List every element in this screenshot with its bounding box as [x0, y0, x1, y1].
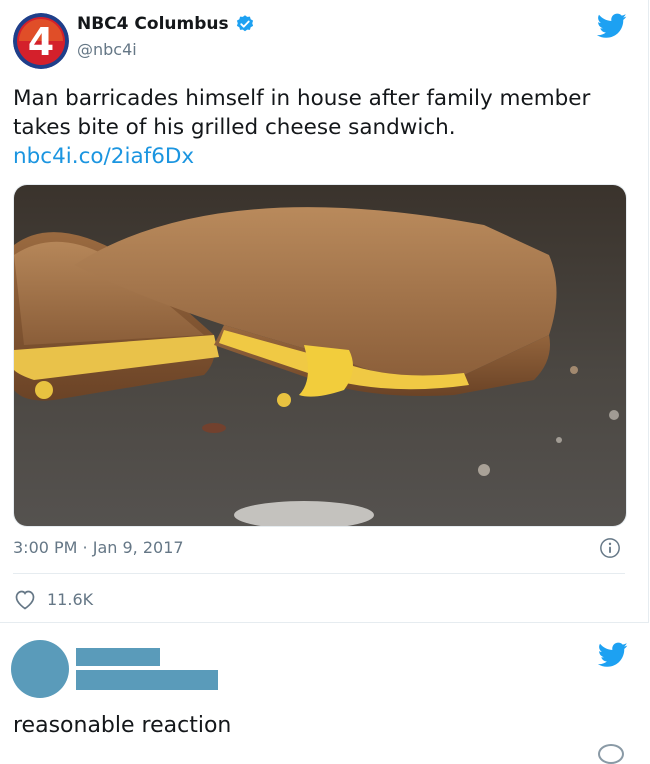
tweet-photo[interactable] — [13, 184, 627, 527]
like-button[interactable]: 11.6K — [13, 588, 93, 610]
info-icon[interactable] — [599, 537, 621, 559]
tweet-link[interactable]: nbc4i.co/2iaf6Dx — [13, 142, 633, 171]
divider — [13, 573, 625, 574]
heart-icon — [15, 590, 35, 610]
redacted-author-name — [76, 648, 160, 666]
twitter-bird-icon[interactable] — [597, 13, 627, 39]
svg-text:4: 4 — [28, 20, 54, 64]
tweet-text: Man barricades himself in house after fa… — [13, 84, 633, 171]
author-name-row[interactable]: NBC4 Columbus — [77, 14, 255, 34]
tweet-timestamp[interactable]: 3:00 PM · Jan 9, 2017 — [13, 538, 184, 557]
reply-avatar[interactable] — [11, 640, 69, 698]
verified-badge-icon — [236, 15, 253, 32]
nbc4-avatar[interactable]: 4 — [13, 13, 69, 69]
info-icon[interactable] — [598, 744, 624, 764]
tweet-card: 4 NBC4 Columbus @nbc4i Man barricades hi… — [0, 0, 649, 623]
like-count: 11.6K — [47, 589, 94, 609]
reply-text: reasonable reaction — [13, 713, 232, 738]
tweet-body: Man barricades himself in house after fa… — [13, 86, 591, 140]
author-handle[interactable]: @nbc4i — [77, 40, 137, 59]
author-name[interactable]: NBC4 Columbus — [77, 14, 229, 34]
redacted-author-handle — [76, 670, 218, 690]
grilled-cheese-photo — [14, 185, 626, 526]
nbc4-logo-icon: 4 — [13, 13, 69, 69]
twitter-bird-icon[interactable] — [598, 642, 628, 668]
